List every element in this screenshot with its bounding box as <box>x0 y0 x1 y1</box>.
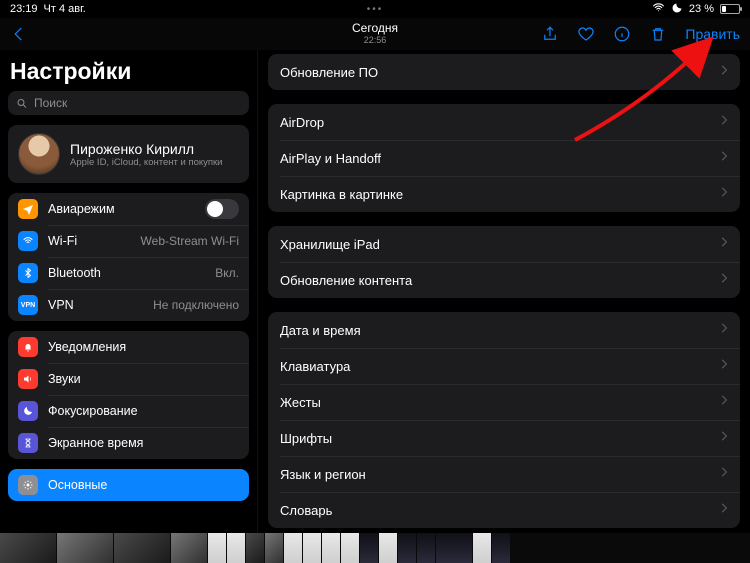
wifi-icon <box>652 1 665 17</box>
row-keyboard[interactable]: Клавиатура <box>268 348 740 384</box>
apple-id-row[interactable]: Пироженко Кирилл Apple ID, iCloud, конте… <box>8 125 249 183</box>
thumbnail[interactable] <box>492 533 510 563</box>
thumbnail[interactable] <box>436 533 472 563</box>
row-dictionary[interactable]: Словарь <box>268 492 740 528</box>
hourglass-icon <box>18 433 38 453</box>
sidebar-item-bluetooth[interactable]: Bluetooth Вкл. <box>8 257 249 289</box>
chevron-right-icon <box>720 429 728 447</box>
thumbnail[interactable] <box>303 533 321 563</box>
share-icon[interactable] <box>541 25 559 43</box>
thumbnail[interactable] <box>379 533 397 563</box>
sidebar-item-general[interactable]: Основные <box>8 469 249 501</box>
chevron-right-icon <box>720 271 728 289</box>
chevron-right-icon <box>720 357 728 375</box>
battery-icon <box>720 4 740 14</box>
profile-name: Пироженко Кирилл <box>70 141 222 157</box>
detail-panel: Обновление ПО AirDrop AirPlay и Handoff … <box>258 50 750 533</box>
preview-time: 22:56 <box>352 36 398 46</box>
page-title: Настройки <box>10 58 249 85</box>
airplane-icon <box>18 199 38 219</box>
thumbnail[interactable] <box>284 533 302 563</box>
status-time: 23:19 <box>10 3 38 15</box>
battery-percent: 23 % <box>689 3 714 15</box>
preview-toolbar: Сегодня 22:56 Править <box>0 18 750 50</box>
dnd-icon <box>671 2 683 17</box>
settings-sidebar: Настройки Пироженко Кирилл Apple ID, iCl… <box>0 50 258 533</box>
row-gestures[interactable]: Жесты <box>268 384 740 420</box>
search-icon <box>16 97 28 110</box>
row-date-time[interactable]: Дата и время <box>268 312 740 348</box>
row-language[interactable]: Язык и регион <box>268 456 740 492</box>
profile-sub: Apple ID, iCloud, контент и покупки <box>70 157 222 168</box>
sidebar-item-sounds[interactable]: Звуки <box>8 363 249 395</box>
thumbnail[interactable] <box>208 533 226 563</box>
thumbnail[interactable] <box>246 533 264 563</box>
multitask-dots[interactable]: ••• <box>367 4 384 15</box>
thumbnail[interactable] <box>265 533 283 563</box>
chevron-right-icon <box>720 149 728 167</box>
thumbnail[interactable] <box>398 533 416 563</box>
row-background-refresh[interactable]: Обновление контента <box>268 262 740 298</box>
thumbnail[interactable] <box>473 533 491 563</box>
row-software-update[interactable]: Обновление ПО <box>268 54 740 90</box>
photo-thumbnail-strip[interactable] <box>0 533 750 563</box>
row-storage[interactable]: Хранилище iPad <box>268 226 740 262</box>
search-field[interactable] <box>8 91 249 115</box>
vpn-icon: VPN <box>18 295 38 315</box>
row-airplay[interactable]: AirPlay и Handoff <box>268 140 740 176</box>
thumbnail[interactable] <box>57 533 113 563</box>
sidebar-item-wifi[interactable]: Wi-Fi Web-Stream Wi-Fi <box>8 225 249 257</box>
airplane-toggle[interactable] <box>205 199 239 219</box>
sidebar-item-airplane[interactable]: Авиарежим <box>8 193 249 225</box>
thumbnail[interactable] <box>322 533 340 563</box>
status-date: Чт 4 авг. <box>44 3 86 15</box>
chevron-right-icon <box>720 465 728 483</box>
row-airdrop[interactable]: AirDrop <box>268 104 740 140</box>
chevron-right-icon <box>720 185 728 203</box>
thumbnail[interactable] <box>360 533 378 563</box>
row-pip[interactable]: Картинка в картинке <box>268 176 740 212</box>
chevron-right-icon <box>720 393 728 411</box>
chevron-right-icon <box>720 63 728 81</box>
search-input[interactable] <box>34 96 241 110</box>
status-bar: 23:19 Чт 4 авг. ••• 23 % <box>0 0 750 18</box>
chevron-right-icon <box>720 235 728 253</box>
thumbnail[interactable] <box>171 533 207 563</box>
speaker-icon <box>18 369 38 389</box>
chevron-right-icon <box>720 501 728 519</box>
sidebar-item-notifications[interactable]: Уведомления <box>8 331 249 363</box>
wifi-icon <box>18 231 38 251</box>
favorite-icon[interactable] <box>577 25 595 43</box>
edit-button[interactable]: Править <box>685 26 740 42</box>
avatar <box>18 133 60 175</box>
back-button[interactable] <box>10 25 28 43</box>
sidebar-item-screentime[interactable]: Экранное время <box>8 427 249 459</box>
trash-icon[interactable] <box>649 25 667 43</box>
moon-icon <box>18 401 38 421</box>
row-fonts[interactable]: Шрифты <box>268 420 740 456</box>
bell-icon <box>18 337 38 357</box>
gear-icon <box>18 475 38 495</box>
thumbnail[interactable] <box>0 533 56 563</box>
thumbnail[interactable] <box>341 533 359 563</box>
thumbnail[interactable] <box>417 533 435 563</box>
chevron-right-icon <box>720 321 728 339</box>
bluetooth-icon <box>18 263 38 283</box>
chevron-right-icon <box>720 113 728 131</box>
info-icon[interactable] <box>613 25 631 43</box>
sidebar-item-focus[interactable]: Фокусирование <box>8 395 249 427</box>
thumbnail[interactable] <box>114 533 170 563</box>
sidebar-item-vpn[interactable]: VPN VPN Не подключено <box>8 289 249 321</box>
thumbnail[interactable] <box>227 533 245 563</box>
